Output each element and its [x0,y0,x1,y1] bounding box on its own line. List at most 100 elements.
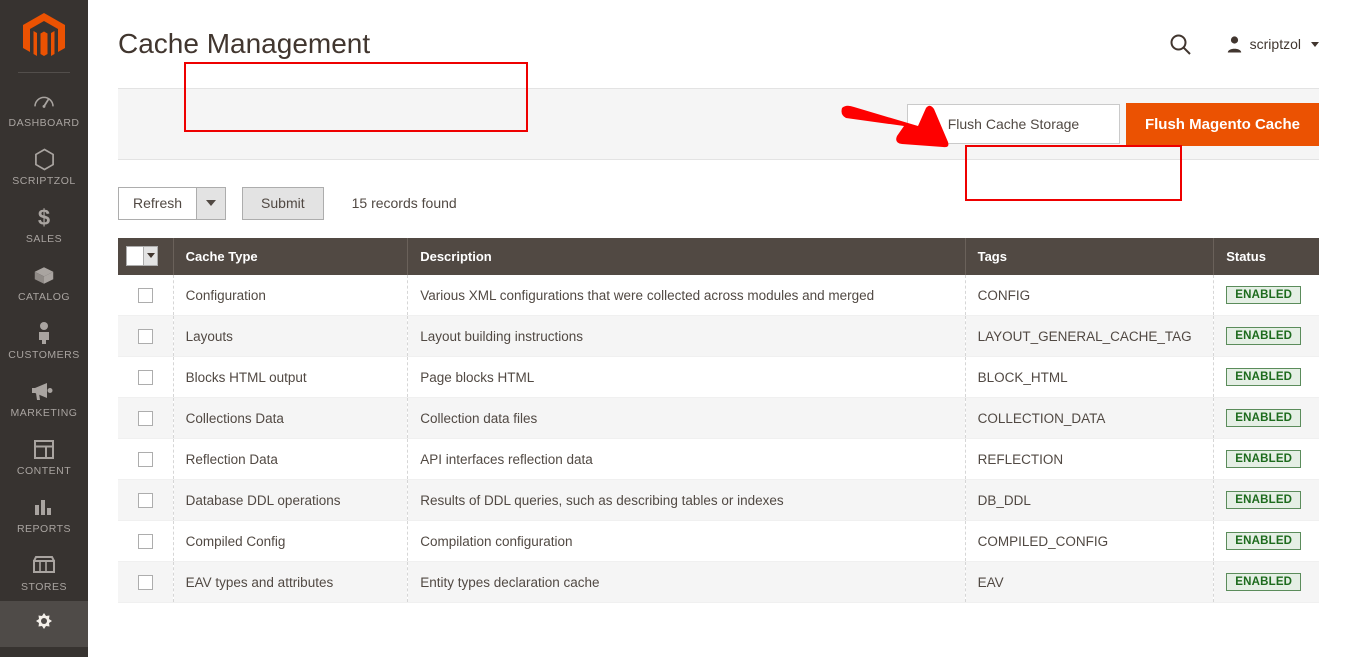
cell-status: ENABLED [1213,561,1319,603]
row-checkbox[interactable] [137,328,153,344]
cell-tags: CONFIG [965,275,1215,316]
chevron-down-icon [1311,41,1319,47]
table-row[interactable]: Reflection Data API interfaces reflection… [118,438,1319,480]
cell-description: Results of DDL queries, such as describi… [407,479,966,521]
magento-logo-icon [23,13,65,56]
column-header-cache-type[interactable]: Cache Type [173,238,409,275]
table-row[interactable]: Blocks HTML output Page blocks HTML BLOCK_… [118,356,1319,398]
cell-status: ENABLED [1213,520,1319,562]
row-checkbox-cell[interactable] [118,397,174,439]
column-header-status[interactable]: Status [1213,238,1319,275]
sidebar-item-scriptzol[interactable]: SCRIPTZOL [0,137,88,195]
sidebar-item-label: STORES [21,581,67,593]
cell-tags: COMPILED_CONFIG [965,520,1215,562]
cell-cache-type: Reflection Data [173,438,409,480]
cell-status: ENABLED [1213,438,1319,480]
row-checkbox-cell[interactable] [118,356,174,398]
mass-action-value[interactable]: Refresh [118,186,197,220]
sidebar-item-content[interactable]: CONTENT [0,427,88,485]
user-name: scriptzol [1249,36,1301,52]
user-menu[interactable]: scriptzol [1227,35,1319,53]
table-row[interactable]: Database DDL operations Results of DDL qu… [118,479,1319,521]
cell-cache-type: EAV types and attributes [173,561,409,603]
cell-description: Layout building instructions [407,315,966,357]
magento-admin-page: DASHBOARD SCRIPTZOL $ SALES CATALOG CUST… [0,0,1349,657]
cell-cache-type: Layouts [173,315,409,357]
cell-status: ENABLED [1213,275,1319,316]
hexagon-icon [34,146,55,172]
mass-select-chevron-icon[interactable] [126,245,158,266]
cell-status: ENABLED [1213,356,1319,398]
cell-cache-type: Collections Data [173,397,409,439]
cell-tags: BLOCK_HTML [965,356,1215,398]
status-badge: ENABLED [1226,573,1302,591]
cell-status: ENABLED [1213,479,1319,521]
row-checkbox[interactable] [137,369,153,385]
sidebar-item-system[interactable] [0,601,88,647]
cell-tags: DB_DDL [965,479,1215,521]
sidebar-item-customers[interactable]: CUSTOMERS [0,311,88,369]
flush-cache-storage-button[interactable]: Flush Cache Storage [906,104,1120,144]
cell-tags: LAYOUT_GENERAL_CACHE_TAG [965,315,1215,357]
sidebar-item-stores[interactable]: STORES [0,543,88,601]
mass-action-select[interactable]: Refresh [118,186,227,220]
cell-tags: REFLECTION [965,438,1215,480]
cell-status: ENABLED [1213,397,1319,439]
column-header-tags[interactable]: Tags [965,238,1215,275]
page-title: Cache Management [118,27,371,59]
svg-text:$: $ [38,205,50,229]
flush-magento-cache-button[interactable]: Flush Magento Cache [1125,102,1319,146]
row-checkbox-cell[interactable] [118,479,174,521]
grid-body: Configuration Various XML configurations … [118,275,1319,603]
cell-description: Entity types declaration cache [407,561,966,603]
dollar-icon: $ [35,204,53,230]
magento-logo[interactable] [0,0,88,72]
column-header-description[interactable]: Description [407,238,966,275]
chevron-down-icon[interactable] [196,186,227,220]
row-checkbox[interactable] [137,287,153,303]
sidebar-item-label: CATALOG [17,291,71,303]
table-row[interactable]: Compiled Config Compilation configuration… [118,520,1319,562]
megaphone-icon [31,378,57,404]
cell-cache-type: Blocks HTML output [173,356,409,398]
row-checkbox[interactable] [137,410,153,426]
status-badge: ENABLED [1226,532,1302,550]
row-checkbox[interactable] [137,533,153,549]
sidebar-item-label: MARKETING [10,407,78,419]
cell-description: API interfaces reflection data [407,438,966,480]
cell-tags: COLLECTION_DATA [965,397,1215,439]
sidebar-item-catalog[interactable]: CATALOG [0,253,88,311]
status-badge: ENABLED [1226,450,1302,468]
page-actions-bar: Flush Cache Storage Flush Magento Cache [118,88,1319,160]
row-checkbox-cell[interactable] [118,561,174,603]
row-checkbox-cell[interactable] [118,520,174,562]
row-checkbox[interactable] [137,492,153,508]
cell-cache-type: Configuration [173,275,409,316]
admin-sidebar: DASHBOARD SCRIPTZOL $ SALES CATALOG CUST… [0,0,88,657]
sidebar-item-reports[interactable]: REPORTS [0,485,88,543]
row-checkbox[interactable] [137,574,153,590]
row-checkbox[interactable] [137,451,153,467]
box-icon [32,262,56,288]
grid-header-row: Cache Type Description Tags Status [118,238,1319,275]
table-row[interactable]: EAV types and attributes Entity types dec… [118,561,1319,603]
table-row[interactable]: Layouts Layout building instructions LAYOU… [118,315,1319,357]
submit-button[interactable]: Submit [242,186,324,220]
cell-cache-type: Compiled Config [173,520,409,562]
status-badge: ENABLED [1226,286,1302,304]
sidebar-item-label: SALES [25,233,63,245]
table-row[interactable]: Collections Data Collection data files COL… [118,397,1319,439]
sidebar-item-dashboard[interactable]: DASHBOARD [0,79,88,137]
cell-description: Page blocks HTML [407,356,966,398]
records-found-label: 15 records found [351,195,457,211]
search-icon[interactable] [1167,31,1193,57]
row-checkbox-cell[interactable] [118,438,174,480]
table-row[interactable]: Configuration Various XML configurations … [118,275,1319,316]
sidebar-item-marketing[interactable]: MARKETING [0,369,88,427]
cache-grid: Cache Type Description Tags Status Confi… [118,238,1319,603]
sidebar-item-sales[interactable]: $ SALES [0,195,88,253]
select-all-header[interactable] [118,238,174,275]
row-checkbox-cell[interactable] [118,315,174,357]
row-checkbox-cell[interactable] [118,275,174,316]
cell-cache-type: Database DDL operations [173,479,409,521]
